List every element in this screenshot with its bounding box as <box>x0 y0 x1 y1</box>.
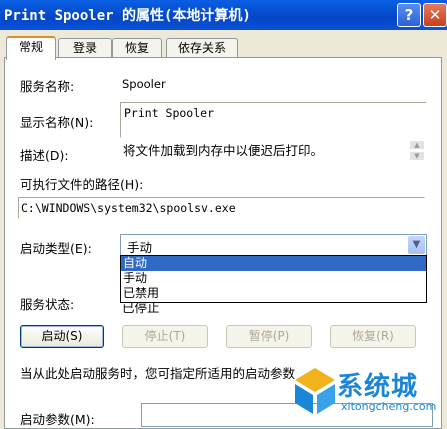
startup-type-dropdown: 自动 手动 已禁用 <box>120 255 427 303</box>
close-button[interactable]: ✕ <box>423 3 447 27</box>
watermark-url: xitongcheng.com <box>341 400 437 413</box>
pause-button[interactable]: 暂停(P) <box>226 325 312 348</box>
service-status-label: 服务状态: <box>20 297 75 312</box>
title-bar: Print Spooler 的属性(本地计算机) ? ✕ <box>0 0 447 30</box>
description-label: 描述(D): <box>20 148 69 163</box>
exe-path-field: C:\WINDOWS\system32\spoolsv.exe <box>18 197 425 219</box>
startup-type-select[interactable]: 手动 ▼ <box>120 234 427 256</box>
description-value: 将文件加载到内存中以便迟后打印。 <box>123 143 324 158</box>
watermark-logo-icon <box>295 368 335 414</box>
start-params-hint: 当从此处启动服务时，您可指定所适用的启动参数 <box>20 366 296 381</box>
start-params-label: 启动参数(M): <box>20 412 95 427</box>
option-automatic[interactable]: 自动 <box>121 256 426 271</box>
window-title: Print Spooler 的属性(本地计算机) <box>4 8 251 24</box>
tab-dependencies[interactable]: 依存关系 <box>166 38 238 59</box>
scroll-down-icon[interactable]: ▼ <box>410 152 424 160</box>
startup-type-label: 启动类型(E): <box>20 241 92 256</box>
exe-path-value: C:\WINDOWS\system32\spoolsv.exe <box>21 201 236 215</box>
display-name-value: Print Spooler <box>124 106 215 120</box>
option-manual[interactable]: 手动 <box>121 271 426 286</box>
resume-button[interactable]: 恢复(R) <box>330 325 416 348</box>
tab-general[interactable]: 常规 <box>6 36 56 60</box>
service-name-value: Spooler <box>122 77 166 91</box>
description-field: 将文件加载到内存中以便迟后打印。 ▲ ▼ <box>120 138 427 166</box>
display-name-field[interactable]: Print Spooler <box>120 102 427 138</box>
stop-button[interactable]: 停止(T) <box>122 325 208 348</box>
watermark-text: 系统城 <box>337 372 419 402</box>
exe-path-label: 可执行文件的路径(H): <box>20 177 144 192</box>
option-disabled[interactable]: 已禁用 <box>121 286 426 301</box>
service-name-label: 服务名称: <box>20 79 75 94</box>
scroll-up-icon[interactable]: ▲ <box>410 141 424 149</box>
start-button[interactable]: 启动(S) <box>20 325 104 348</box>
tab-logon[interactable]: 登录 <box>58 38 112 59</box>
chevron-down-icon[interactable]: ▼ <box>408 236 425 254</box>
tab-recovery[interactable]: 恢复 <box>112 38 162 59</box>
display-name-label: 显示名称(N): <box>20 115 94 130</box>
watermark: 系统城 xitongcheng.com <box>291 362 447 422</box>
startup-type-value: 手动 <box>127 240 153 255</box>
help-button[interactable]: ? <box>397 3 421 27</box>
